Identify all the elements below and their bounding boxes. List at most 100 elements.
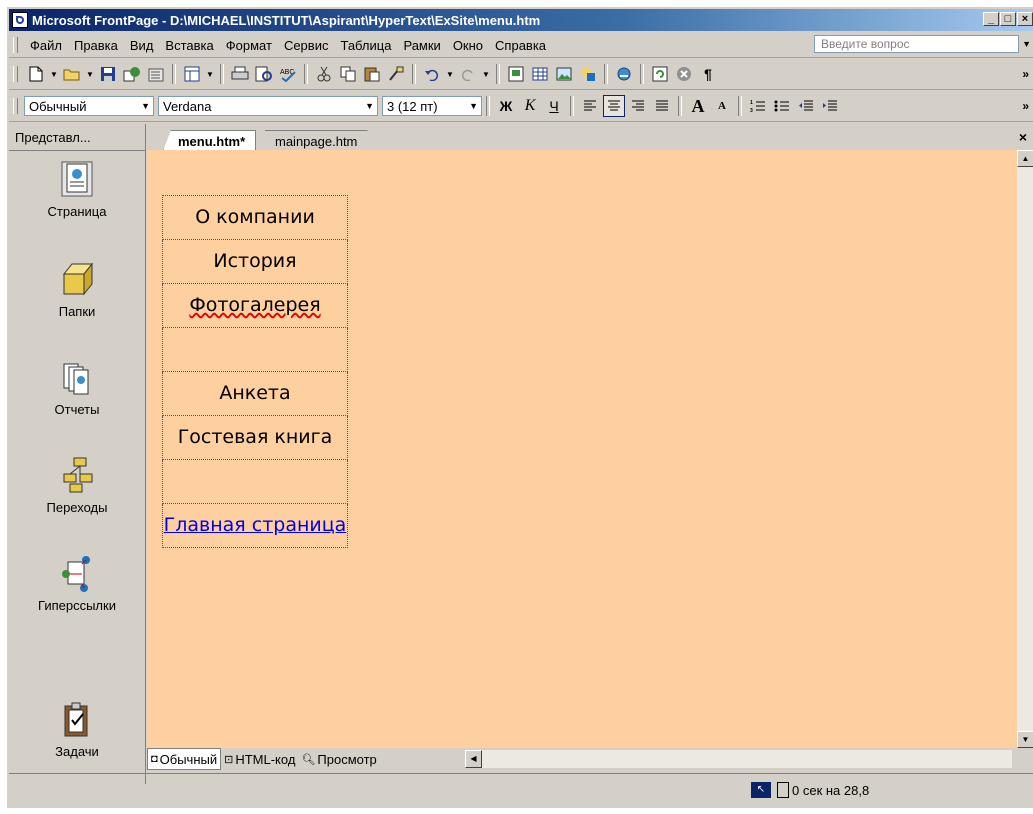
format-painter-icon[interactable]: [385, 63, 407, 85]
copy-icon[interactable]: [337, 63, 359, 85]
menu-window[interactable]: Окно: [447, 38, 489, 53]
drawing-icon[interactable]: [577, 63, 599, 85]
view-folders[interactable]: Папки: [9, 260, 145, 319]
preview-icon[interactable]: [253, 63, 275, 85]
save-icon[interactable]: [97, 63, 119, 85]
menu-frames[interactable]: Рамки: [397, 38, 446, 53]
svg-text:1: 1: [750, 100, 753, 106]
decrease-indent-icon[interactable]: [795, 95, 817, 117]
frontpage-icon[interactable]: [12, 12, 28, 28]
close-button[interactable]: ×: [1017, 12, 1033, 26]
menu-file[interactable]: Файл: [24, 38, 68, 53]
mode-normal[interactable]: ◘ Обычный: [147, 748, 222, 770]
mode-preview[interactable]: 🔍︎ Просмотр: [298, 749, 379, 769]
bulleted-list-icon[interactable]: [771, 95, 793, 117]
chevron-down-icon[interactable]: ▼: [365, 101, 374, 111]
refresh-icon[interactable]: [649, 63, 671, 85]
font-select[interactable]: Verdana ▼: [158, 96, 378, 116]
insert-picture-icon[interactable]: [553, 63, 575, 85]
decrease-font-icon[interactable]: A: [711, 95, 733, 117]
menu-cell-history[interactable]: История: [162, 239, 348, 284]
justify-icon[interactable]: [651, 95, 673, 117]
align-right-icon[interactable]: [627, 95, 649, 117]
align-center-icon[interactable]: [603, 95, 625, 117]
hyperlink-icon[interactable]: [613, 63, 635, 85]
chevron-down-icon[interactable]: ▼: [469, 101, 478, 111]
numbered-list-icon[interactable]: 13: [747, 95, 769, 117]
menu-cell-survey[interactable]: Анкета: [162, 371, 348, 416]
scroll-up-icon[interactable]: ▲: [1017, 150, 1033, 167]
chevron-down-icon[interactable]: ▼: [1022, 39, 1031, 49]
close-icon[interactable]: ×: [1019, 129, 1027, 145]
underline-button[interactable]: Ч: [543, 95, 565, 117]
page-editor-canvas[interactable]: О компании История Фотогалерея Анкета Го…: [147, 150, 1017, 748]
publish-icon[interactable]: [121, 63, 143, 85]
tab-mainpage-htm[interactable]: mainpage.htm: [265, 130, 375, 151]
menu-table[interactable]: Таблица: [334, 38, 397, 53]
maximize-button[interactable]: □: [1000, 12, 1016, 26]
view-hyperlinks[interactable]: Гиперссылки: [9, 554, 145, 613]
menu-edit[interactable]: Правка: [68, 38, 124, 53]
chevron-down-icon[interactable]: ▼: [445, 63, 455, 85]
menu-cell-home-link[interactable]: Главная страница: [162, 503, 348, 548]
chevron-down-icon[interactable]: ▼: [141, 101, 150, 111]
chevron-down-icon[interactable]: ▼: [481, 63, 491, 85]
increase-font-icon[interactable]: A: [687, 95, 709, 117]
chevron-down-icon[interactable]: ▼: [205, 63, 215, 85]
view-page[interactable]: Страница: [9, 160, 145, 219]
folder-list-icon[interactable]: [145, 63, 167, 85]
new-page-icon[interactable]: [25, 63, 47, 85]
print-icon[interactable]: [229, 63, 251, 85]
menu-cell-empty[interactable]: [162, 459, 348, 504]
menu-cell-empty[interactable]: [162, 327, 348, 372]
insert-component-icon[interactable]: [505, 63, 527, 85]
view-navigation[interactable]: Переходы: [9, 456, 145, 515]
horizontal-scrollbar[interactable]: ◀: [465, 750, 1012, 768]
chevron-down-icon[interactable]: ▼: [49, 63, 59, 85]
spelling-icon[interactable]: ABC: [277, 63, 299, 85]
mode-html[interactable]: ⊡ HTML-код: [221, 749, 298, 769]
menu-cell-gallery[interactable]: Фотогалерея: [162, 283, 348, 328]
font-size-select[interactable]: 3 (12 пт) ▼: [382, 96, 482, 116]
scroll-left-icon[interactable]: ◀: [465, 750, 482, 768]
mode-html-label: HTML-код: [235, 751, 296, 767]
view-reports[interactable]: Отчеты: [9, 358, 145, 417]
open-folder-icon[interactable]: [61, 63, 83, 85]
toolbar-grip[interactable]: [13, 66, 18, 82]
stop-icon[interactable]: [673, 63, 695, 85]
help-question-input[interactable]: Введите вопрос: [814, 35, 1019, 53]
cut-icon[interactable]: [313, 63, 335, 85]
views-bar: Представл... Страница Папки Отчеты Перех…: [9, 124, 146, 784]
menu-bar: Файл Правка Вид Вставка Формат Сервис Та…: [9, 33, 1033, 58]
paste-icon[interactable]: [361, 63, 383, 85]
view-hyperlinks-label: Гиперссылки: [38, 598, 116, 613]
folder-icon: [62, 262, 94, 296]
undo-icon[interactable]: [421, 63, 443, 85]
menu-cell-company[interactable]: О компании: [162, 195, 348, 240]
view-tasks[interactable]: Задачи: [9, 700, 145, 759]
frames-icon[interactable]: [181, 63, 203, 85]
increase-indent-icon[interactable]: [819, 95, 841, 117]
menu-cell-guestbook[interactable]: Гостевая книга: [162, 415, 348, 460]
menu-format[interactable]: Формат: [220, 38, 278, 53]
bold-button[interactable]: Ж: [495, 95, 517, 117]
vertical-scrollbar[interactable]: ▲ ▼: [1017, 150, 1033, 748]
menu-tools[interactable]: Сервис: [278, 38, 335, 53]
align-left-icon[interactable]: [579, 95, 601, 117]
tab-menu-htm[interactable]: menu.htm*: [163, 130, 257, 151]
menu-insert[interactable]: Вставка: [159, 38, 219, 53]
redo-icon[interactable]: [457, 63, 479, 85]
italic-button[interactable]: К: [519, 95, 541, 117]
menu-view[interactable]: Вид: [124, 38, 160, 53]
insert-table-icon[interactable]: [529, 63, 551, 85]
more-buttons-icon[interactable]: »: [1022, 99, 1029, 113]
menu-bar-grip[interactable]: [13, 37, 18, 53]
scroll-down-icon[interactable]: ▼: [1017, 731, 1033, 748]
show-all-icon[interactable]: ¶: [697, 63, 719, 85]
minimize-button[interactable]: _: [983, 12, 999, 26]
more-buttons-icon[interactable]: »: [1022, 67, 1029, 81]
chevron-down-icon[interactable]: ▼: [85, 63, 95, 85]
style-select[interactable]: Обычный ▼: [24, 96, 154, 116]
toolbar-grip[interactable]: [13, 98, 18, 114]
menu-help[interactable]: Справка: [489, 38, 552, 53]
